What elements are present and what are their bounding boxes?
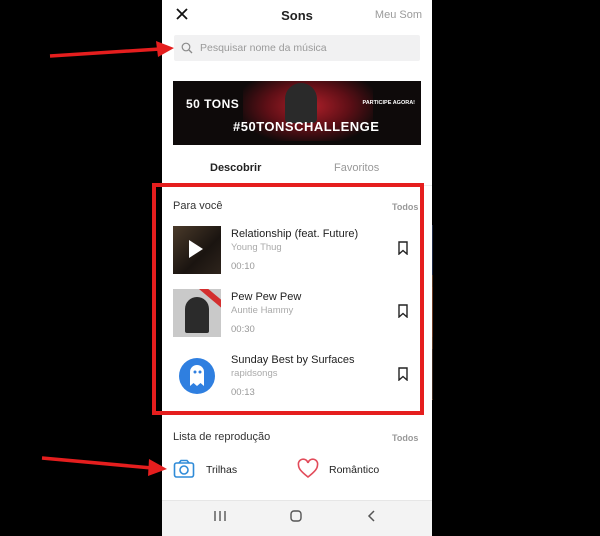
highlight-box <box>152 183 424 415</box>
camera-icon <box>173 459 195 478</box>
banner-hashtag: #50TONSCHALLENGE <box>233 119 380 134</box>
banner-singer-image <box>285 83 317 123</box>
annotation-arrow-icon <box>49 41 174 58</box>
banner-pager-dots <box>278 138 318 142</box>
playlist-item-romantico[interactable]: Romântico <box>297 458 407 484</box>
playlist-item-trilhas[interactable]: Trilhas <box>173 458 283 484</box>
my-sound-link[interactable]: Meu Som <box>375 9 422 21</box>
screenshot-stage: Sons Meu Som Pesquisar nome da música 50… <box>0 0 600 536</box>
search-placeholder: Pesquisar nome da música <box>200 42 327 54</box>
banner-right-text: PARTICIPE AGORA! <box>362 100 415 106</box>
search-icon <box>181 42 193 54</box>
back-icon[interactable] <box>362 509 382 525</box>
tab-bar: Descobrir Favoritos <box>162 152 432 186</box>
heart-icon <box>297 458 319 479</box>
tab-discover[interactable]: Descobrir <box>210 162 261 174</box>
banner-left-text: 50 TONS <box>186 97 240 111</box>
home-icon[interactable] <box>286 509 306 525</box>
playlists-title: Lista de reprodução <box>173 431 271 443</box>
playlists-see-all[interactable]: Todos <box>392 433 418 443</box>
promo-banner[interactable]: 50 TONS PARTICIPE AGORA! #50TONSCHALLENG… <box>173 81 421 145</box>
tab-favorites[interactable]: Favoritos <box>334 162 379 174</box>
playlist-label: Trilhas <box>206 464 238 476</box>
search-input[interactable]: Pesquisar nome da música <box>174 35 420 61</box>
playlist-label: Romântico <box>329 464 380 476</box>
header: Sons Meu Som <box>162 0 432 32</box>
annotation-arrow-icon <box>41 456 167 476</box>
recent-apps-icon[interactable] <box>210 509 230 525</box>
android-nav-bar <box>162 500 432 536</box>
